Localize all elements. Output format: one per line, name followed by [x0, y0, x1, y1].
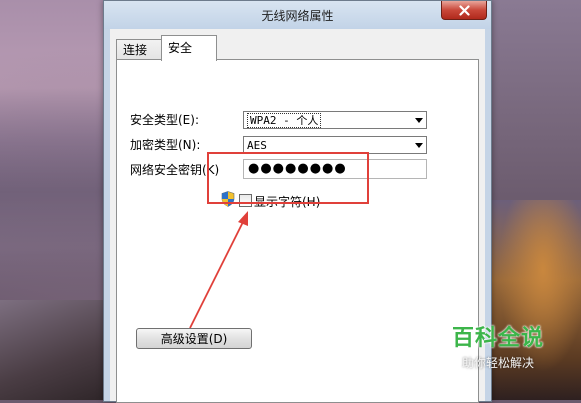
advanced-settings-button[interactable]: 高级设置(D) [136, 328, 252, 349]
tab-security[interactable]: 安全 [161, 35, 217, 61]
watermark-title: 百科全说 [451, 326, 544, 351]
watermark: 百科全说 助你轻松解决 [428, 320, 568, 371]
watermark-subtitle: 助你轻松解决 [461, 356, 534, 370]
